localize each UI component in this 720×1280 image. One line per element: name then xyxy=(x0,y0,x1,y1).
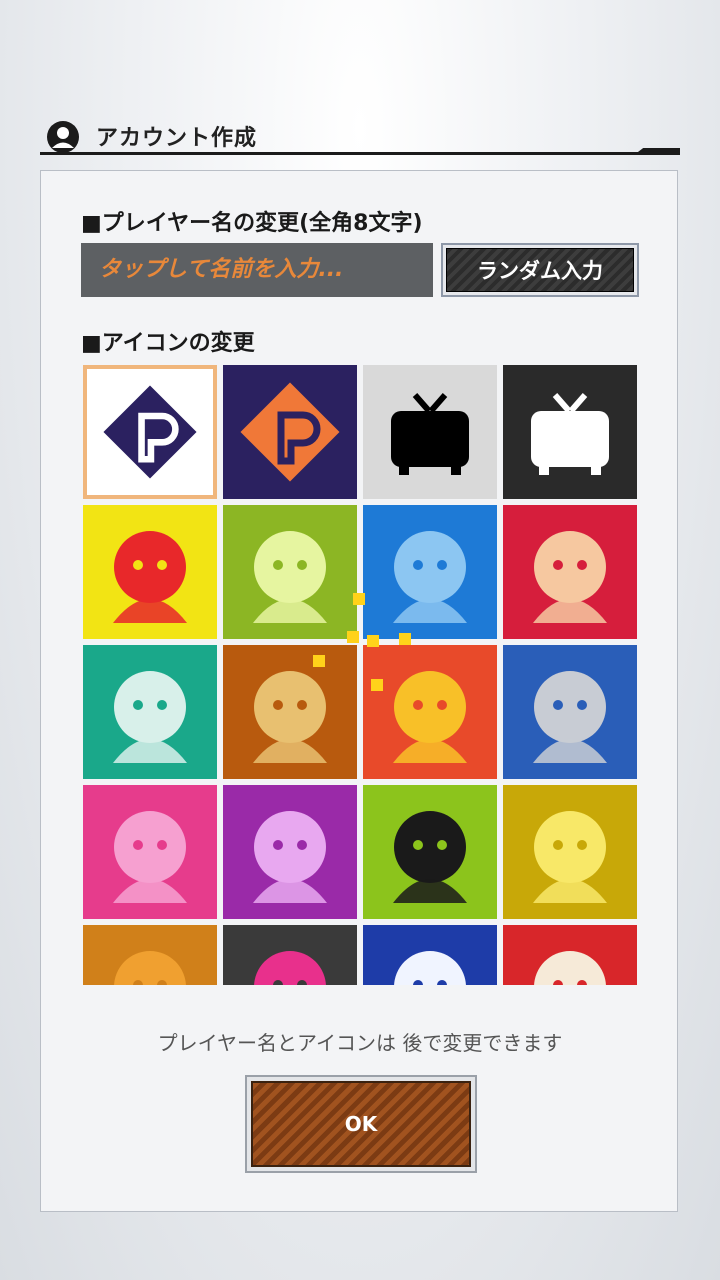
icon-section-label: ■アイコンの変更 xyxy=(81,331,255,356)
orange-cat-character-icon-art xyxy=(114,951,186,985)
orange-cat-character-icon[interactable] xyxy=(83,925,217,985)
white-hair-character-icon-art xyxy=(394,951,466,985)
account-create-panel: ■プレイヤー名の変更(全角8文字) タップして名前を入力... ランダム入力 ■… xyxy=(40,170,678,1212)
logo-navy-on-white-icon[interactable] xyxy=(83,365,217,499)
random-name-button[interactable]: ランダム入力 xyxy=(441,243,639,297)
sparkle-effect xyxy=(313,655,325,667)
white-curl-character-icon-art xyxy=(534,951,606,985)
player-name-input[interactable]: タップして名前を入力... xyxy=(81,243,433,297)
hand-eye-character-icon[interactable] xyxy=(363,785,497,919)
purple-glasses-character-icon-art xyxy=(253,811,327,903)
wave-splash-icon[interactable] xyxy=(363,505,497,639)
fist-volcano-icon-art xyxy=(533,531,607,623)
pink-hair-character-icon[interactable] xyxy=(83,785,217,919)
gun-swirl-icon-art xyxy=(253,671,327,763)
wave-splash-icon-art xyxy=(393,531,467,623)
logo-navy-on-white-icon-art xyxy=(103,385,197,479)
tv-black-on-gray-icon-art xyxy=(391,393,469,475)
pink-hair-goggles-character-icon[interactable] xyxy=(223,925,357,985)
tech-cubes-icon-art xyxy=(113,671,187,763)
tv-black-on-gray-icon[interactable] xyxy=(363,365,497,499)
sparkle-effect xyxy=(399,633,411,645)
lightbulb-robot-icon-art xyxy=(253,531,327,623)
random-name-button-label: ランダム入力 xyxy=(446,248,634,292)
gun-swirl-icon[interactable] xyxy=(223,645,357,779)
ok-button[interactable]: OK xyxy=(245,1075,477,1173)
tv-white-on-black-icon-art xyxy=(531,393,609,475)
tech-cubes-icon[interactable] xyxy=(83,645,217,779)
page-header: アカウント作成 xyxy=(40,112,680,160)
header-divider-accent xyxy=(634,148,680,155)
icon-grid xyxy=(83,365,639,985)
page-title: アカウント作成 xyxy=(96,126,258,151)
headphone-character-icon-art xyxy=(393,671,467,763)
header-divider xyxy=(40,152,680,155)
sparkle-effect xyxy=(353,593,365,605)
sparkle-effect xyxy=(371,679,383,691)
tv-white-on-black-icon[interactable] xyxy=(503,365,637,499)
purple-glasses-character-icon[interactable] xyxy=(223,785,357,919)
hero-star-icon[interactable] xyxy=(83,505,217,639)
sparkle-effect xyxy=(367,635,379,647)
pink-hair-goggles-character-icon-art xyxy=(254,951,326,985)
change-later-note: プレイヤー名とアイコンは 後で変更できます xyxy=(157,1031,563,1055)
sparkle-effect xyxy=(347,631,359,643)
blonde-laurel-character-icon-art xyxy=(533,811,607,903)
ok-button-label: OK xyxy=(251,1081,471,1167)
pink-hair-character-icon-art xyxy=(113,811,187,903)
hand-eye-character-icon-art xyxy=(393,811,467,903)
fist-volcano-icon[interactable] xyxy=(503,505,637,639)
hero-star-icon-art xyxy=(113,531,187,623)
logo-orange-on-navy-icon-art xyxy=(240,382,340,482)
robot-visor-icon-art xyxy=(533,671,607,763)
blonde-laurel-character-icon[interactable] xyxy=(503,785,637,919)
player-name-section-label: ■プレイヤー名の変更(全角8文字) xyxy=(81,211,423,236)
white-curl-character-icon[interactable] xyxy=(503,925,637,985)
user-circle-icon xyxy=(47,121,79,153)
white-hair-character-icon[interactable] xyxy=(363,925,497,985)
headphone-character-icon[interactable] xyxy=(363,645,497,779)
lightbulb-robot-icon[interactable] xyxy=(223,505,357,639)
robot-visor-icon[interactable] xyxy=(503,645,637,779)
logo-orange-on-navy-icon[interactable] xyxy=(223,365,357,499)
